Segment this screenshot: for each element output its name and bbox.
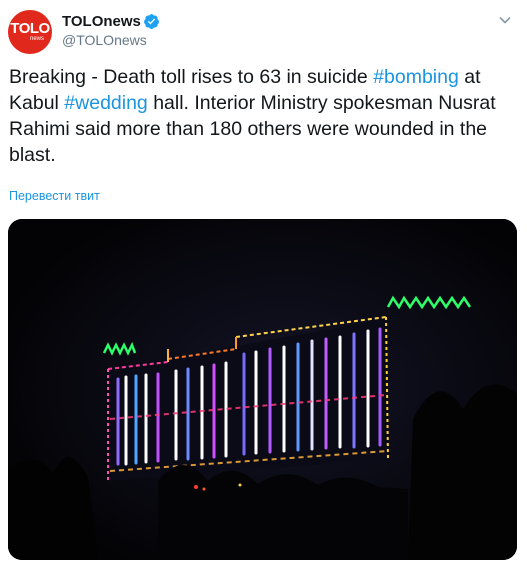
hashtag-link[interactable]: #bombing — [373, 66, 459, 88]
building-lights-photo — [8, 219, 517, 560]
tweet-media-photo[interactable] — [8, 219, 517, 560]
author-name[interactable]: TOLOnews — [62, 13, 141, 31]
chevron-down-icon[interactable] — [497, 12, 513, 28]
tweet-text: Breaking - Death toll rises to 63 in sui… — [9, 64, 521, 168]
verified-badge-icon — [144, 14, 159, 29]
translate-tweet-link[interactable]: Перевести твит — [9, 188, 100, 204]
tweet-header: TOLO news TOLOnews @TOLOnews — [0, 0, 527, 62]
avatar-logo-text: TOLO — [10, 20, 50, 37]
tweet-text-segment: Breaking - Death toll rises to 63 in sui… — [9, 66, 374, 88]
avatar[interactable]: TOLO news — [8, 10, 52, 54]
hashtag-link[interactable]: #wedding — [64, 92, 147, 114]
avatar-logo-subtext: news — [30, 36, 45, 42]
author-handle[interactable]: @TOLOnews — [62, 31, 147, 49]
